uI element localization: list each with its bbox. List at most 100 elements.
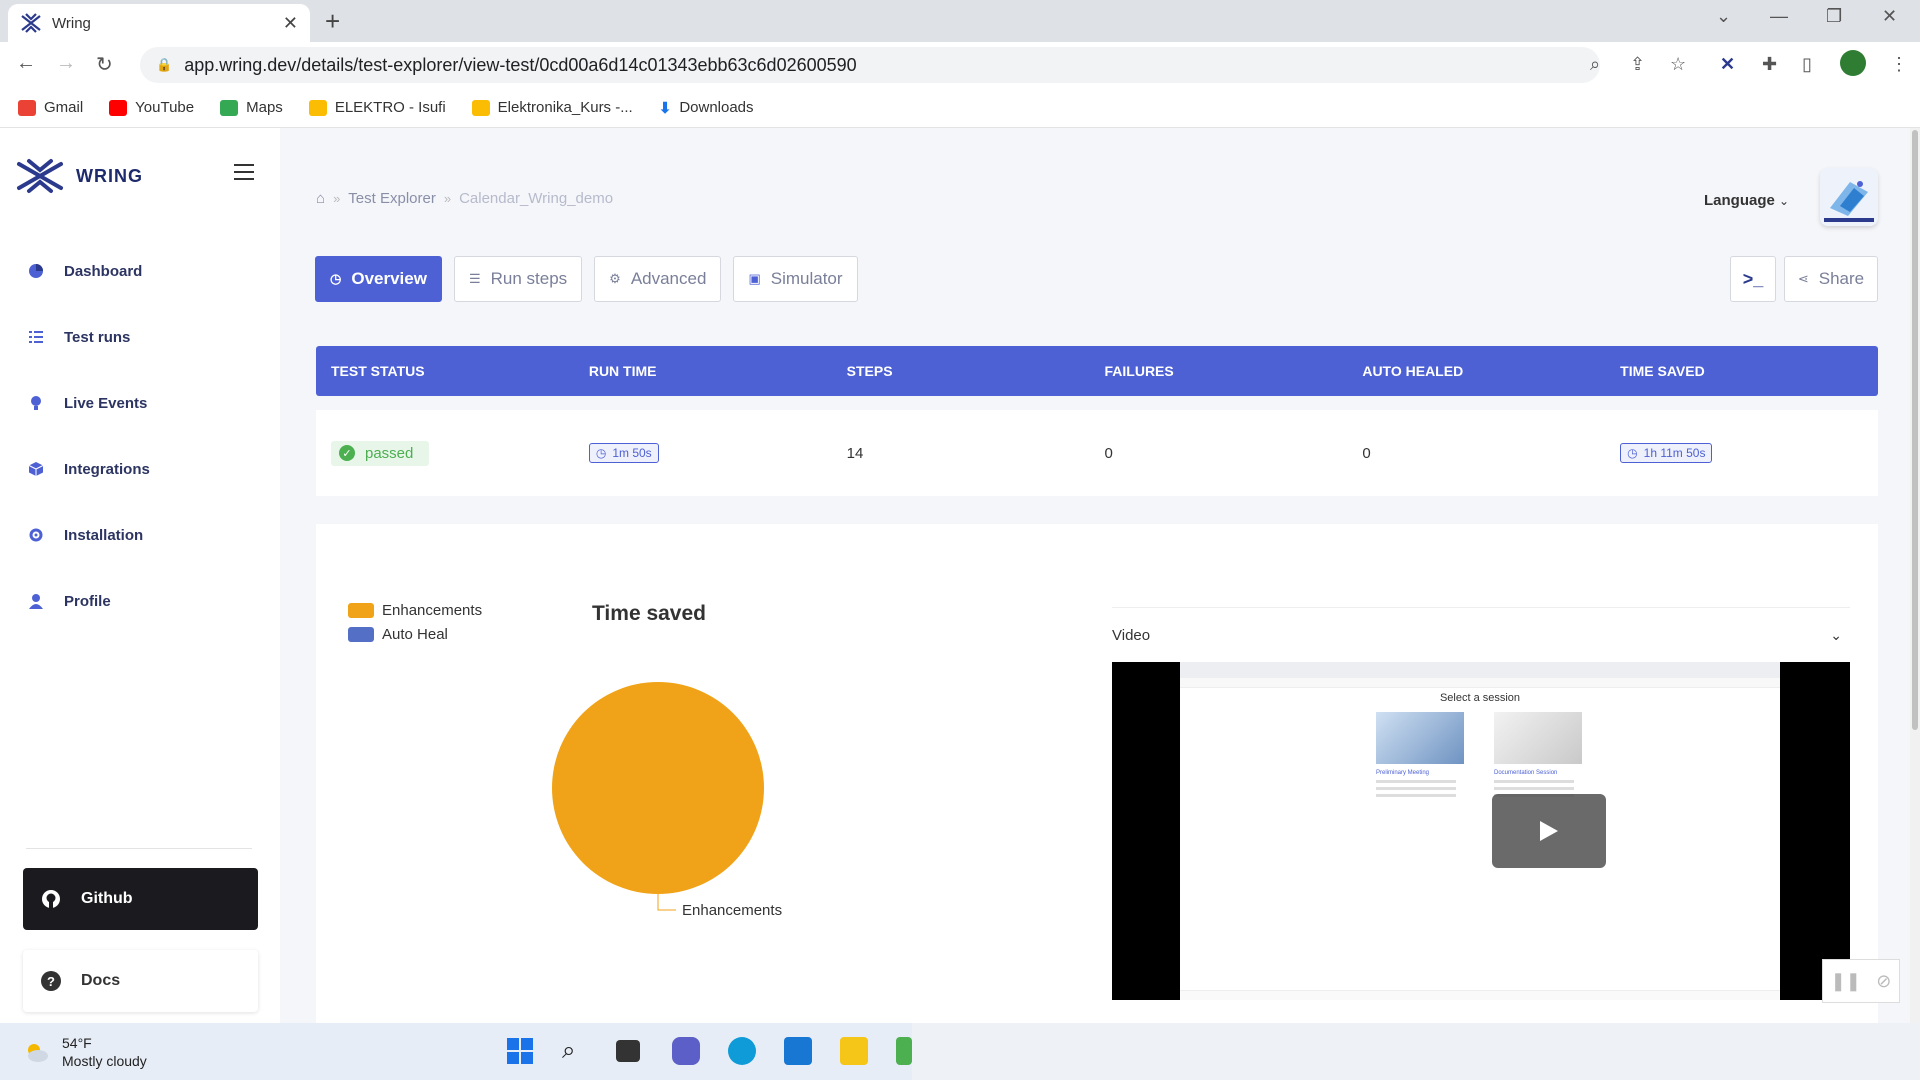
header-steps: STEPS	[846, 363, 893, 379]
task-view-icon[interactable]	[616, 1040, 640, 1062]
minimize-icon[interactable]: —	[1770, 6, 1788, 27]
share-button[interactable]: ⋖ Share	[1784, 256, 1878, 302]
back-icon[interactable]: ←	[16, 52, 36, 75]
bookmark-maps[interactable]: Maps	[220, 99, 283, 116]
chevron-down-icon: ⌄	[1830, 626, 1842, 643]
video-frame-tabbar	[1180, 662, 1780, 678]
breadcrumb-current: Calendar_Wring_demo	[459, 190, 614, 207]
sidebar-item-test-runs[interactable]: Test runs	[0, 304, 280, 370]
wring-logo[interactable]: WRING	[16, 158, 143, 194]
cube-icon	[28, 462, 44, 476]
reload-icon[interactable]: ↻	[96, 52, 113, 77]
drive-icon	[308, 99, 327, 116]
wring-extension-icon[interactable]: ✕	[1720, 54, 1735, 75]
simulator-icon: ▣	[748, 271, 761, 286]
scrollbar-thumb[interactable]	[1912, 130, 1918, 730]
auto-healed-value: 0	[1362, 444, 1371, 462]
sidepanel-icon[interactable]: ▯	[1802, 54, 1812, 75]
video-player[interactable]: Select a session Preliminary Meeting Doc…	[1112, 662, 1850, 1000]
terminal-icon: >_	[1742, 268, 1764, 289]
browser-toolbar: ← → ↻ 🔒 app.wring.dev/details/test-explo…	[0, 42, 1920, 88]
sidebar-item-profile[interactable]: Profile	[0, 568, 280, 634]
session-title: Preliminary Meeting	[1376, 770, 1430, 776]
legend-item-auto-heal[interactable]: Auto Heal	[348, 626, 482, 643]
bookmark-downloads[interactable]: ⬇ Downloads	[659, 99, 754, 117]
url-text[interactable]: app.wring.dev/details/test-explorer/view…	[184, 55, 856, 76]
youtube-icon	[109, 99, 128, 116]
profile-avatar[interactable]	[1840, 50, 1866, 76]
menu-toggle-icon[interactable]	[234, 164, 254, 185]
restore-icon[interactable]: ❐	[1826, 6, 1842, 27]
language-select[interactable]: Language ⌄	[1704, 192, 1789, 209]
play-button[interactable]	[1492, 794, 1606, 868]
play-icon	[1540, 821, 1558, 841]
app-logo-graphic	[1820, 168, 1878, 226]
extensions-icon[interactable]: ✚	[1762, 54, 1777, 75]
forward-icon[interactable]: →	[56, 52, 76, 75]
chart-title: Time saved	[591, 602, 706, 625]
bookmark-elektro[interactable]: ELEKTRO - Isufi	[308, 99, 446, 116]
tab-run-steps[interactable]: ☰ Run steps	[453, 256, 583, 302]
pie-slice-enhancements[interactable]	[552, 682, 764, 894]
steps-value: 14	[846, 444, 864, 462]
file-explorer-icon[interactable]	[840, 1037, 868, 1065]
breadcrumb-test-explorer[interactable]: Test Explorer	[348, 190, 436, 207]
os-taskbar: 54°F Mostly cloudy ⌕	[0, 1023, 1920, 1080]
bookmark-elektronika[interactable]: Elektronika_Kurs -...	[471, 99, 633, 116]
github-button[interactable]: Github	[23, 868, 258, 930]
drive-icon	[471, 99, 490, 116]
weather-widget[interactable]: 54°F Mostly cloudy	[22, 1034, 147, 1070]
new-tab-icon[interactable]: +	[325, 6, 340, 37]
advanced-icon: ⚙	[609, 271, 621, 286]
text-line	[1494, 787, 1574, 790]
bookmark-youtube[interactable]: YouTube	[109, 99, 194, 116]
video-frame: Select a session Preliminary Meeting Doc…	[1180, 662, 1780, 1000]
header-test-status: TEST STATUS	[331, 363, 425, 379]
search-icon[interactable]: ⌕	[562, 1037, 590, 1065]
bookmark-gmail[interactable]: Gmail	[18, 99, 83, 116]
legend-item-enhancements[interactable]: Enhancements	[348, 602, 482, 619]
stats-header: TEST STATUS RUN TIME STEPS FAILURES AUTO…	[316, 346, 1878, 396]
view-tabs: ◷ Overview ☰ Run steps ⚙ Advanced ▣ Simu…	[315, 256, 858, 302]
tab-search-icon[interactable]: ⌄	[1716, 6, 1731, 27]
tab-simulator[interactable]: ▣ Simulator	[733, 256, 858, 302]
menu-dots-icon[interactable]: ⋮	[1890, 54, 1908, 75]
clock-icon: ◷	[1627, 446, 1638, 460]
video-accordion-header[interactable]: Video ⌄	[1112, 620, 1850, 650]
camera-off-icon[interactable]: ⊘	[1876, 971, 1891, 992]
edge-icon[interactable]	[728, 1037, 756, 1065]
gmail-icon	[18, 99, 36, 116]
store-icon[interactable]	[784, 1037, 812, 1065]
docs-button[interactable]: ? Docs	[23, 950, 258, 1012]
tab-overview[interactable]: ◷ Overview	[315, 256, 442, 302]
browser-tab[interactable]: Wring ✕	[8, 4, 310, 42]
run-time-badge: ◷ 1m 50s	[588, 443, 659, 463]
header-auto-healed: AUTO HEALED	[1362, 363, 1464, 379]
sidebar-item-live-events[interactable]: Live Events	[0, 370, 280, 436]
close-window-icon[interactable]: ✕	[1882, 6, 1897, 27]
video-frame-heading: Select a session	[1439, 692, 1521, 704]
chart-legend: Enhancements Auto Heal	[348, 602, 482, 650]
sidebar-item-integrations[interactable]: Integrations	[0, 436, 280, 502]
home-icon[interactable]: ⌂	[316, 190, 325, 207]
wring-logo-icon	[17, 159, 63, 193]
sidebar-item-dashboard[interactable]: Dashboard	[0, 238, 280, 304]
maps-icon	[220, 99, 239, 116]
tab-close-icon[interactable]: ✕	[283, 13, 298, 34]
pie-slice-label: Enhancements	[682, 902, 782, 919]
sidebar-item-installation[interactable]: Installation	[0, 502, 280, 568]
pause-icon[interactable]: ❚❚	[1831, 971, 1861, 992]
page-scrollbar[interactable]	[1910, 128, 1920, 1023]
windows-start-icon[interactable]	[506, 1037, 534, 1065]
terminal-button[interactable]: >_	[1730, 256, 1776, 302]
address-bar[interactable]: 🔒 app.wring.dev/details/test-explorer/vi…	[140, 47, 1600, 83]
tab-advanced[interactable]: ⚙ Advanced	[594, 256, 722, 302]
slack-icon[interactable]	[896, 1037, 912, 1065]
app-logo-image[interactable]	[1820, 168, 1878, 226]
lock-icon: 🔒	[156, 57, 173, 72]
teams-icon[interactable]	[672, 1037, 700, 1065]
share-page-icon[interactable]: ⇪	[1630, 54, 1645, 75]
zoom-icon[interactable]: ⌕	[1590, 54, 1600, 75]
time-saved-badge: ◷ 1h 11m 50s	[1620, 443, 1713, 463]
bookmark-star-icon[interactable]: ☆	[1670, 54, 1686, 75]
